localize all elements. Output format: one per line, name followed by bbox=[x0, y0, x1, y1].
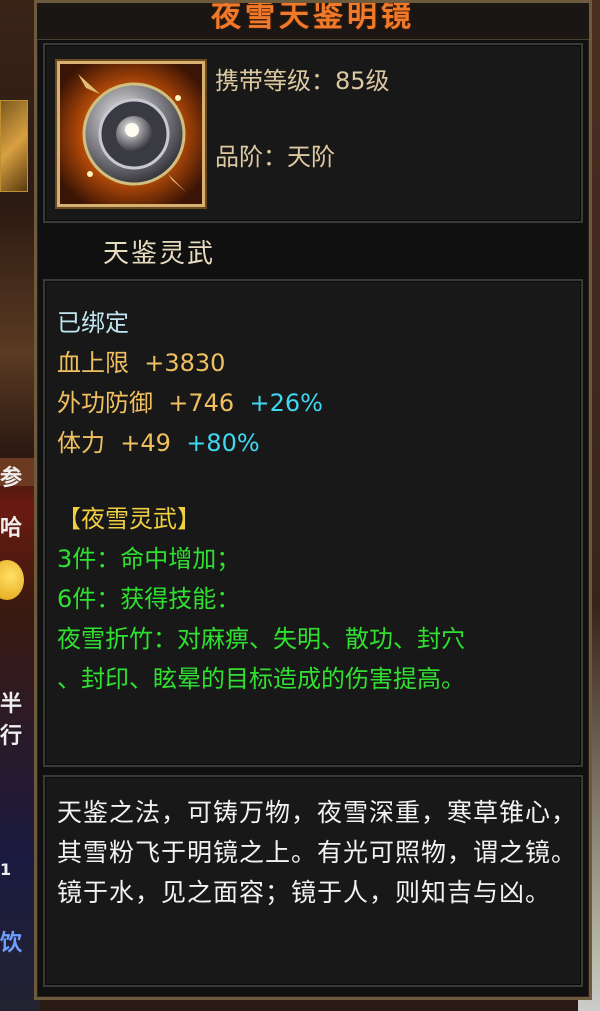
background-text: 半 bbox=[0, 692, 23, 717]
bound-status: 已绑定 bbox=[57, 309, 129, 337]
set-skill-line: 、封印、眩晕的目标造成的伤害提高。 bbox=[57, 665, 465, 693]
set-bonus-6: 6件：获得技能： bbox=[57, 585, 241, 613]
set-bonus-3: 3件：命中增加； bbox=[57, 545, 241, 573]
stat-hp: 血上限 +3830 bbox=[57, 343, 225, 378]
background-text: 饮 bbox=[0, 931, 23, 956]
stats-section: 已绑定 血上限 +3830 外功防御 +746 +26% 体力 +49 +80%… bbox=[43, 279, 583, 767]
carry-level: 携带等级：85级 bbox=[215, 67, 390, 95]
stat-defense: 外功防御 +746 +26% bbox=[57, 383, 323, 418]
item-category: 天鉴灵武 bbox=[103, 239, 216, 269]
stat-stamina: 体力 +49 +80% bbox=[57, 423, 260, 458]
stat-value: +49 bbox=[120, 429, 171, 457]
item-title: 夜雪天鉴明镜 bbox=[211, 3, 415, 34]
background-item-icon bbox=[0, 100, 28, 192]
description-section: 天鉴之法，可铸万物，夜雪深重，寒草锥心，其雪粉飞于明镜之上。有光可照物，谓之镜。… bbox=[43, 775, 583, 987]
stat-value: +746 bbox=[168, 389, 235, 417]
stat-percent: +26% bbox=[249, 389, 323, 417]
stat-label: 体力 bbox=[57, 429, 105, 457]
set-skill-line: 夜雪折竹：对麻痹、失明、散功、封穴 bbox=[57, 625, 465, 653]
title-bar: 夜雪天鉴明镜 bbox=[37, 3, 589, 40]
item-grade: 品阶：天阶 bbox=[215, 143, 335, 171]
background-text: 参 bbox=[0, 466, 23, 491]
stat-label: 血上限 bbox=[57, 349, 129, 377]
stat-percent: +80% bbox=[186, 429, 260, 457]
background-text: 行 bbox=[0, 724, 23, 749]
stat-label: 外功防御 bbox=[57, 389, 153, 417]
background-text: 哈 bbox=[0, 516, 23, 541]
mirror-icon bbox=[57, 61, 205, 207]
stat-value: +3830 bbox=[144, 349, 226, 377]
item-description: 天鉴之法，可铸万物，夜雪深重，寒草锥心，其雪粉飞于明镜之上。有光可照物，谓之镜。… bbox=[57, 798, 578, 907]
item-tooltip: 夜雪天鉴明镜 携带等级：85级 品阶：天阶 天鉴灵武 已绑定 血上限 +3830… bbox=[34, 0, 592, 1000]
background-text: 1 bbox=[0, 860, 12, 879]
set-name: 【夜雪灵武】 bbox=[57, 505, 201, 533]
item-header: 携带等级：85级 品阶：天阶 bbox=[43, 43, 583, 223]
